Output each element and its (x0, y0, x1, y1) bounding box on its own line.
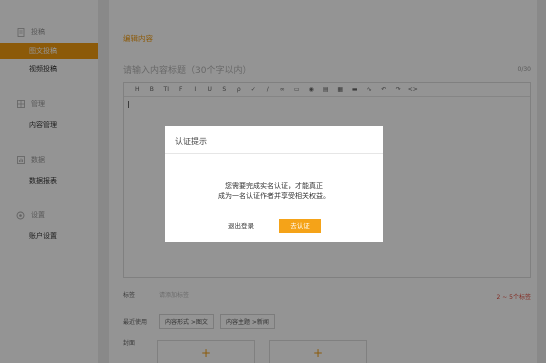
dialog-message: 您需要完成实名认证，才能真正 成为一名认证作者并享受相关权益。 (165, 181, 383, 201)
logout-button[interactable]: 退出登录 (221, 220, 261, 233)
verification-dialog: 认证提示 您需要完成实名认证，才能真正 成为一名认证作者并享受相关权益。 退出登… (165, 126, 383, 242)
verify-button[interactable]: 去认证 (279, 219, 321, 233)
dialog-message-line2: 成为一名认证作者并享受相关权益。 (218, 192, 330, 200)
dialog-title: 认证提示 (175, 137, 207, 146)
dialog-message-line1: 您需要完成实名认证，才能真正 (225, 182, 323, 190)
dialog-divider (165, 153, 383, 154)
